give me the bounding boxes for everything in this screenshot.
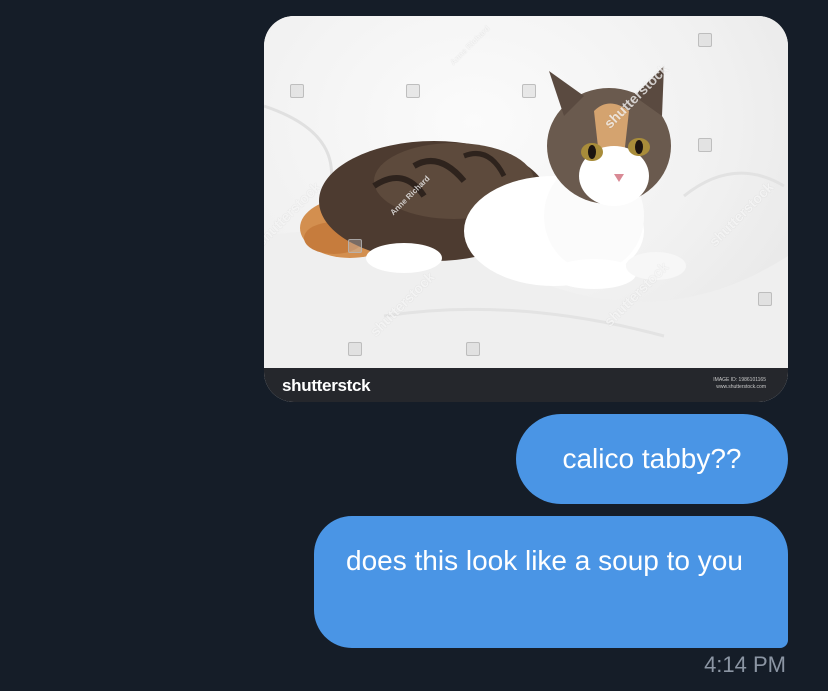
message-text: calico tabby?? — [562, 443, 742, 474]
image-site: www.shutterstock.com — [716, 384, 766, 390]
watermark-square-icon — [698, 138, 712, 152]
message-bubble[interactable]: calico tabby?? — [516, 414, 788, 504]
message-text: does this look like a soup to you — [346, 545, 743, 576]
cat-illustration — [264, 66, 788, 368]
watermark-square-icon — [758, 292, 772, 306]
watermark-square-icon — [698, 33, 712, 47]
message-bubble[interactable]: does this look like a soup to you — [314, 516, 788, 648]
watermark-square-icon — [290, 84, 304, 98]
shutterstock-footer: shutterstck IMAGE ID: 1986101165 www.shu… — [264, 368, 788, 402]
watermark-square-icon — [348, 239, 362, 253]
watermark-square-icon — [406, 84, 420, 98]
watermark-square-icon — [522, 84, 536, 98]
watermark-square-icon — [348, 342, 362, 356]
message-timestamp: 4:14 PM — [704, 652, 786, 677]
image-meta: IMAGE ID: 1986101165 www.shutterstock.co… — [713, 377, 766, 391]
shutterstock-logo: shutterstck — [282, 376, 371, 395]
cat-photo[interactable]: shutterstock shutterstock shutterstock s… — [264, 16, 788, 368]
image-attachment[interactable]: shutterstock shutterstock shutterstock s… — [264, 16, 788, 402]
message-thread: shutterstock shutterstock shutterstock s… — [0, 0, 828, 691]
image-id: IMAGE ID: 1986101165 — [713, 377, 766, 383]
watermark-square-icon — [466, 342, 480, 356]
